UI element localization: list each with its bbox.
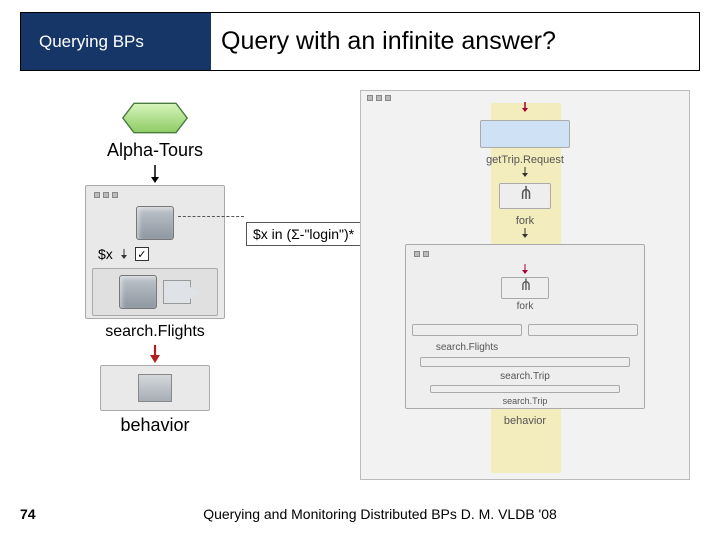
header-title-text: Query with an infinite answer? (221, 27, 556, 56)
searchtrip2-label: search.Trip (412, 396, 638, 406)
red-arrow-icon (149, 345, 161, 363)
footer-text: Querying and Monitoring Distributed BPs … (60, 506, 700, 522)
sub-task-node (119, 275, 157, 309)
behavior-label: behavior (30, 415, 280, 436)
search-flights-label: search.Flights (30, 323, 280, 341)
footer: 74 Querying and Monitoring Distributed B… (20, 506, 700, 522)
page-number: 74 (20, 506, 60, 522)
header-tab: Querying BPs (21, 13, 211, 70)
end-panel (100, 365, 210, 411)
header-tab-label: Querying BPs (39, 32, 144, 52)
sub-panel (92, 268, 218, 316)
process-panel: $x in (Σ-"login")* $x ✓ (85, 185, 225, 319)
callout-icon (163, 280, 191, 304)
behavior-label-right: behavior (375, 415, 675, 427)
arrow-icon (521, 263, 529, 275)
nested-panel: ⋔ fork search.Flights search.Trip search… (405, 244, 645, 409)
inner-box (412, 324, 522, 336)
panel-dots-right (361, 91, 689, 99)
panel-dots (92, 192, 218, 200)
right-diagram: getTrip.Request ⋔ fork ⋔ fork search.Fli… (360, 90, 690, 480)
arrow-icon (521, 167, 529, 177)
right-column: getTrip.Request ⋔ fork ⋔ fork search.Fli… (375, 99, 675, 427)
arrow-icon (521, 100, 529, 114)
searchtrip-label: search.Trip (412, 371, 638, 382)
left-diagram: Alpha-Tours $x in (Σ-"login")* $x ✓ sear… (30, 100, 280, 436)
mini-arrow-icon (119, 249, 129, 259)
fork-label-2: fork (412, 301, 638, 312)
searchflights-label: search.Flights (412, 342, 522, 353)
fork-label-1: fork (375, 215, 675, 227)
checkbox-icon: ✓ (135, 247, 149, 261)
end-node (138, 374, 172, 402)
row-box (430, 385, 620, 393)
fork-icon: ⋔ (502, 278, 548, 294)
slide-header: Querying BPs Query with an infinite answ… (20, 12, 700, 71)
row-box (420, 357, 630, 367)
task-node (136, 206, 174, 240)
header-title: Query with an infinite answer? (211, 13, 699, 70)
fork-icon: ⋔ (500, 184, 550, 202)
alpha-tours-label: Alpha-Tours (30, 140, 280, 161)
arrow-icon (521, 228, 529, 238)
variable-row: $x ✓ (92, 246, 218, 262)
variable-label: $x (98, 246, 113, 262)
gettrip-node (480, 120, 570, 148)
fork-node-2: ⋔ (501, 277, 549, 299)
gettrip-label: getTrip.Request (375, 154, 675, 166)
hexagon-node (120, 100, 190, 136)
fork-node-1: ⋔ (499, 183, 551, 209)
constraint-box: $x in (Σ-"login")* (246, 222, 361, 246)
arrow-down-icon (150, 165, 160, 183)
constraint-text: $x in (Σ-"login")* (253, 226, 354, 242)
inner-box (528, 324, 638, 336)
